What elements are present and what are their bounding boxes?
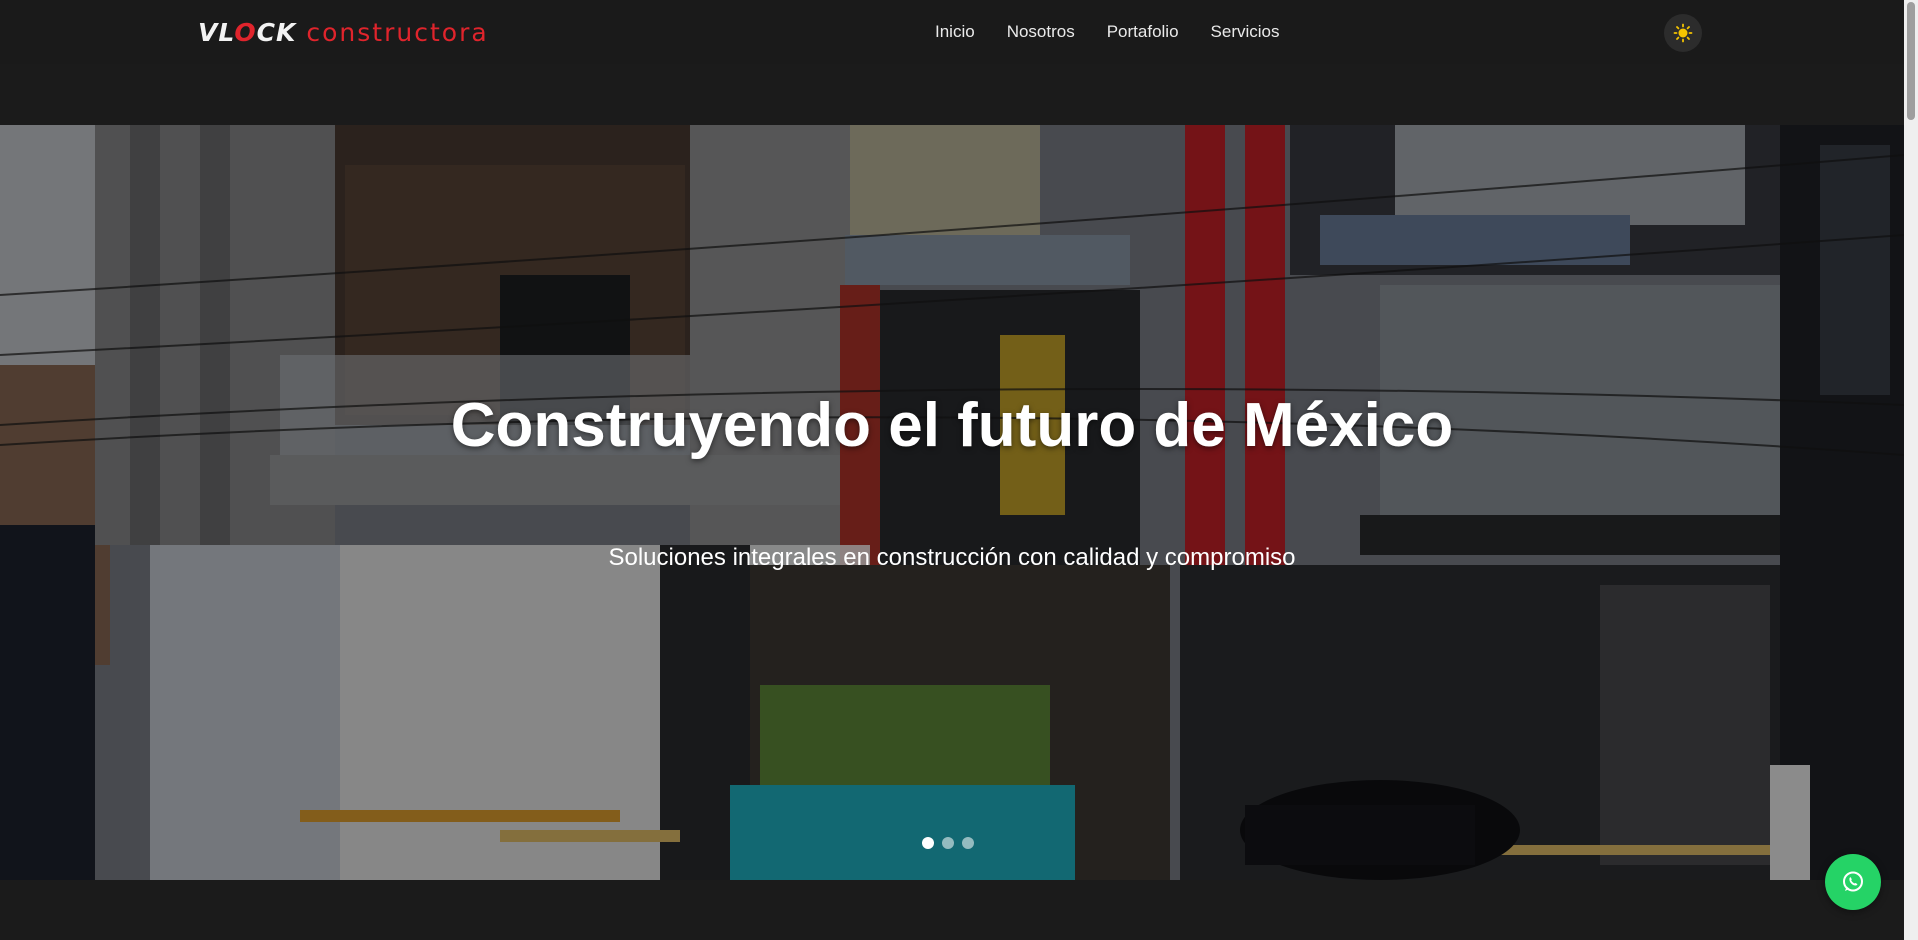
logo-wordmark: constructora bbox=[306, 18, 489, 47]
logo-mark: VLOCK bbox=[198, 18, 297, 47]
page-scrollbar[interactable] bbox=[1904, 0, 1918, 940]
nav-link-inicio[interactable]: Inicio bbox=[935, 21, 975, 43]
sun-icon bbox=[1673, 23, 1693, 43]
carousel-dot-2[interactable] bbox=[942, 837, 954, 849]
brand-logo[interactable]: VLOCK constructora bbox=[198, 19, 489, 47]
theme-toggle-button[interactable] bbox=[1664, 14, 1702, 52]
hero-subtitle: Soluciones integrales en construcción co… bbox=[608, 544, 1296, 571]
hero-overlay bbox=[0, 125, 1904, 880]
main-nav: Inicio Nosotros Portafolio Servicios bbox=[935, 21, 1312, 43]
nav-link-nosotros[interactable]: Nosotros bbox=[1007, 21, 1075, 43]
carousel-dot-1[interactable] bbox=[922, 837, 934, 849]
carousel-dot-3[interactable] bbox=[962, 837, 974, 849]
scrollbar-thumb[interactable] bbox=[1907, 2, 1915, 120]
hero-title: Construyendo el futuro de México bbox=[450, 391, 1454, 460]
site-header: VLOCK constructora Inicio Nosotros Porta… bbox=[0, 0, 1904, 64]
nav-link-portafolio[interactable]: Portafolio bbox=[1107, 21, 1179, 43]
whatsapp-button[interactable] bbox=[1825, 854, 1881, 910]
nav-link-servicios[interactable]: Servicios bbox=[1211, 21, 1280, 43]
whatsapp-icon bbox=[1843, 871, 1863, 892]
carousel-indicators bbox=[922, 837, 974, 849]
hero-carousel: Construyendo el futuro de México Solucio… bbox=[0, 125, 1904, 880]
